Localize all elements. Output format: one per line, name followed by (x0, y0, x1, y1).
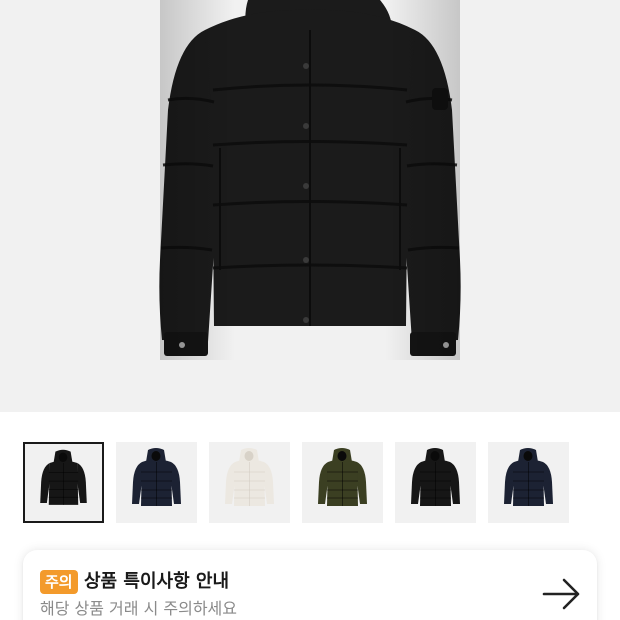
jacket-thumbnail-icon (132, 448, 181, 506)
thumbnail-strip (23, 442, 583, 524)
jacket-thumbnail-icon (411, 448, 460, 506)
jacket-thumbnail-icon (318, 448, 367, 506)
product-page: 주의 상품 특이사항 안내 해당 상품 거래 시 주의하세요 (0, 0, 620, 620)
puffer-jacket-image (159, 0, 461, 360)
thumbnail-5[interactable] (395, 442, 476, 523)
notice-subtitle: 해당 상품 거래 시 주의하세요 (40, 599, 237, 618)
thumbnail-2[interactable] (116, 442, 197, 523)
jacket-thumbnail-icon (504, 448, 553, 506)
notice-title: 상품 특이사항 안내 (84, 571, 230, 592)
arrow-right-icon[interactable] (542, 576, 582, 612)
thumbnail-3[interactable] (209, 442, 290, 523)
thumbnail-1[interactable] (23, 442, 104, 523)
thumbnail-6[interactable] (488, 442, 569, 523)
thumbnail-4[interactable] (302, 442, 383, 523)
caution-badge: 주의 (40, 570, 78, 594)
main-product-image[interactable] (0, 0, 620, 412)
product-notice-card[interactable]: 주의 상품 특이사항 안내 해당 상품 거래 시 주의하세요 (23, 550, 597, 620)
jacket-thumbnail-icon (40, 449, 87, 505)
jacket-thumbnail-icon (225, 448, 274, 506)
